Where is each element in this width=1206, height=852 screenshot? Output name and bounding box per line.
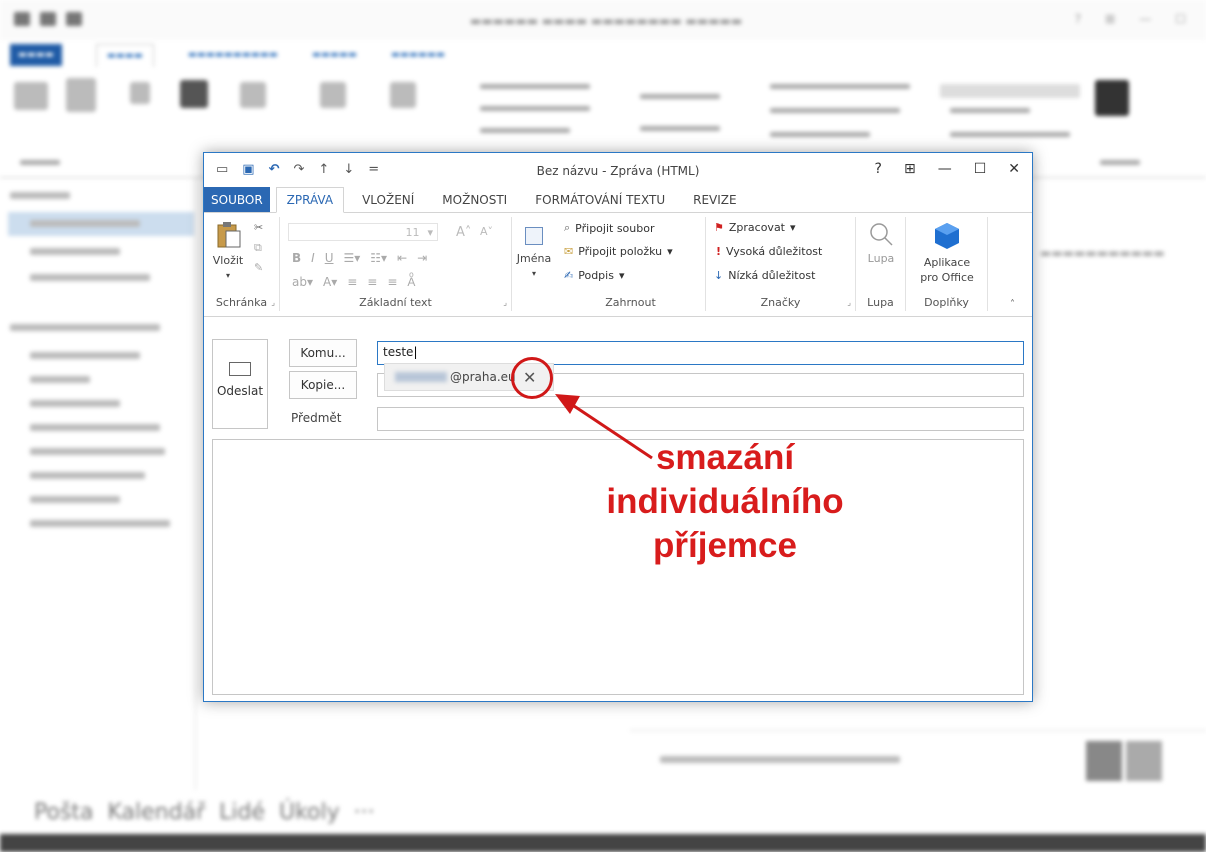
annotation-arrow xyxy=(555,394,653,460)
annotation-line-1: smazání xyxy=(655,438,795,477)
annotation-text: smazání individuálního příjemce xyxy=(560,436,890,568)
annotation-line-3: příjemce xyxy=(653,526,797,565)
annotation-line-2: individuálního xyxy=(606,482,844,521)
